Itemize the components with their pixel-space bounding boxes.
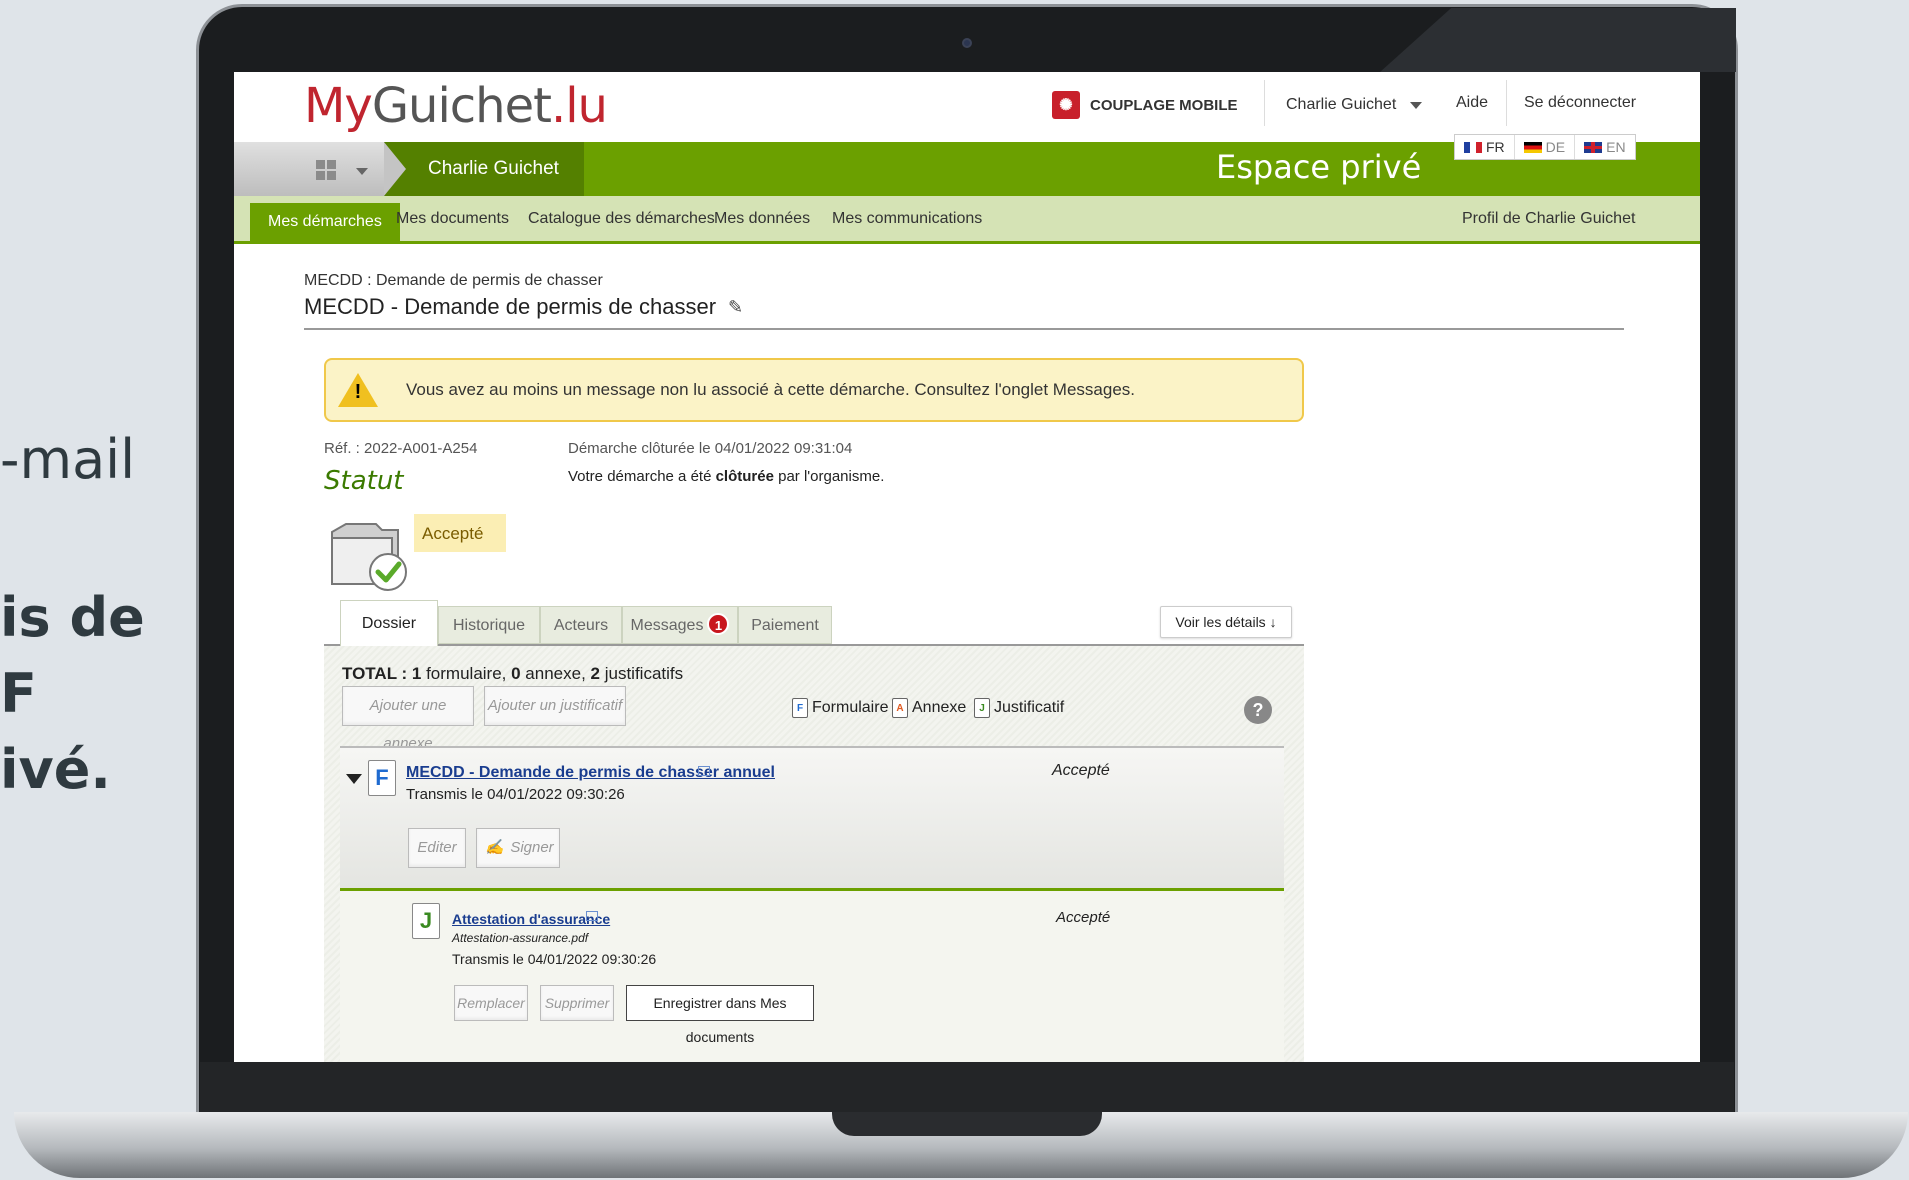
dossier-panel: TOTAL : 1 formulaire, 0 annexe, 2 justif… [324, 646, 1304, 1062]
signature-icon: ✍ [485, 839, 504, 856]
apps-grid-icon[interactable] [316, 160, 336, 180]
legend-formulaire: F Formulaire [792, 698, 888, 718]
camera-icon [962, 38, 972, 48]
user-menu[interactable]: Charlie Guichet [1286, 96, 1423, 114]
tab-dossier[interactable]: Dossier [340, 600, 438, 646]
language-switcher: FR DE EN [1454, 134, 1636, 160]
total-summary: TOTAL : 1 formulaire, 0 annexe, 2 justif… [342, 664, 684, 683]
justificatif-row: J Attestation d'assurance Attestation-as… [340, 891, 1284, 1062]
header-crumb-user[interactable]: Charlie Guichet [384, 142, 584, 196]
reference-number: Réf. : 2022-A001-A254 [324, 440, 478, 457]
pencil-icon[interactable]: ✎ [728, 297, 743, 318]
edit-button[interactable]: Editer [408, 828, 466, 868]
status-heading: Statut [324, 466, 404, 496]
closed-message: Votre démarche a été clôturée par l'orga… [568, 468, 885, 485]
user-name: Charlie Guichet [1286, 96, 1397, 113]
sign-button[interactable]: ✍ Signer [476, 828, 560, 868]
alert-text: Vous avez au moins un message non lu ass… [406, 380, 1135, 399]
window-icon[interactable] [698, 766, 710, 776]
main-nav: Mes démarches Mes documents Catalogue de… [234, 196, 1700, 244]
form-status: Accepté [1052, 762, 1110, 779]
annex-doc-icon: A [892, 698, 908, 718]
logout-link[interactable]: Se déconnecter [1524, 94, 1636, 112]
nav-mes-donnees[interactable]: Mes données [696, 196, 828, 241]
divider [1506, 80, 1507, 126]
tab-historique[interactable]: Historique [438, 606, 540, 644]
folder-accepted-icon [331, 523, 407, 591]
flag-de-icon [1523, 141, 1542, 153]
justificatif-transmitted: Transmis le 04/01/2022 09:30:26 [452, 951, 657, 967]
form-doc-icon: F [368, 760, 396, 796]
flag-en-icon [1584, 141, 1603, 153]
laptop-notch [832, 1112, 1102, 1136]
lang-fr[interactable]: FR [1455, 135, 1515, 159]
chevron-down-icon [356, 168, 368, 175]
browser-screen: MyGuichet.lu ✺ COUPLAGE MOBILE Charlie G… [234, 72, 1700, 1062]
add-justificatif-button[interactable]: Ajouter un justificatif [484, 686, 626, 726]
add-annex-button[interactable]: Ajouter une annexe [342, 686, 474, 752]
divider [304, 328, 1624, 330]
form-title-link[interactable]: MECDD - Demande de permis de chasser ann… [406, 764, 775, 782]
side-text-block: is de F ivé. [0, 580, 145, 808]
side-text-line: is de [0, 586, 145, 649]
side-text-line: F [0, 662, 37, 725]
replace-button[interactable]: Remplacer [454, 985, 528, 1021]
mobile-pairing-icon: ✺ [1052, 91, 1080, 119]
legend-justificatif: J Justificatif [974, 698, 1064, 718]
delete-button[interactable]: Supprimer [540, 985, 614, 1021]
nav-mes-communications[interactable]: Mes communications [814, 196, 1000, 241]
help-icon[interactable]: ? [1244, 696, 1272, 724]
space-title: Espace privé [1216, 148, 1422, 186]
dossier-tabs: Dossier Historique Acteurs Messages 1 Pai… [324, 600, 1292, 646]
divider [1264, 80, 1265, 126]
legend-annexe: A Annexe [892, 698, 966, 718]
warning-icon: ! [338, 373, 378, 407]
tab-acteurs[interactable]: Acteurs [540, 606, 622, 644]
laptop-bezel [200, 1062, 1734, 1114]
justificatif-doc-icon: J [412, 903, 440, 939]
form-document-row: F MECDD - Demande de permis de chasser a… [340, 748, 1284, 888]
window-icon[interactable] [586, 911, 598, 921]
tab-messages[interactable]: Messages 1 [622, 606, 738, 644]
page-title-text: MECDD - Demande de permis de chasser [304, 294, 717, 319]
tab-paiement[interactable]: Paiement [738, 606, 832, 644]
save-to-documents-button[interactable]: Enregistrer dans Mes documents [626, 985, 814, 1045]
nav-profile[interactable]: Profil de Charlie Guichet [1444, 196, 1653, 241]
collapse-caret-icon[interactable] [346, 774, 362, 784]
show-details-button[interactable]: Voir les détails ↓ [1160, 606, 1292, 638]
lang-en[interactable]: EN [1575, 135, 1634, 159]
chevron-down-icon [1410, 101, 1423, 109]
breadcrumb: MECDD : Demande de permis de chasser [304, 272, 603, 289]
side-text-line: ivé. [0, 738, 111, 801]
crumb-arrow [384, 142, 406, 196]
site-logo[interactable]: MyGuichet.lu [304, 78, 608, 134]
nav-mes-documents[interactable]: Mes documents [378, 196, 527, 241]
status-badge: Accepté [414, 514, 506, 552]
help-link[interactable]: Aide [1456, 94, 1488, 112]
closed-date: Démarche clôturée le 04/01/2022 09:31:04 [568, 440, 853, 457]
side-text-email: -mail [0, 428, 136, 491]
top-bar: MyGuichet.lu ✺ COUPLAGE MOBILE Charlie G… [234, 72, 1700, 142]
justificatif-doc-icon: J [974, 698, 990, 718]
couplage-label: COUPLAGE MOBILE [1090, 96, 1238, 114]
couplage-mobile-button[interactable]: ✺ COUPLAGE MOBILE [1052, 90, 1238, 120]
messages-count-badge: 1 [707, 613, 730, 635]
form-doc-icon: F [792, 698, 808, 718]
flag-fr-icon [1464, 141, 1482, 153]
form-transmitted: Transmis le 04/01/2022 09:30:26 [406, 786, 625, 803]
lang-de[interactable]: DE [1515, 135, 1576, 159]
justificatif-filename: Attestation-assurance.pdf [452, 931, 589, 945]
unread-message-alert: ! Vous avez au moins un message non lu a… [324, 358, 1304, 422]
justificatif-status: Accepté [1056, 909, 1111, 926]
page-title: MECDD - Demande de permis de chasser ✎ [304, 294, 743, 320]
